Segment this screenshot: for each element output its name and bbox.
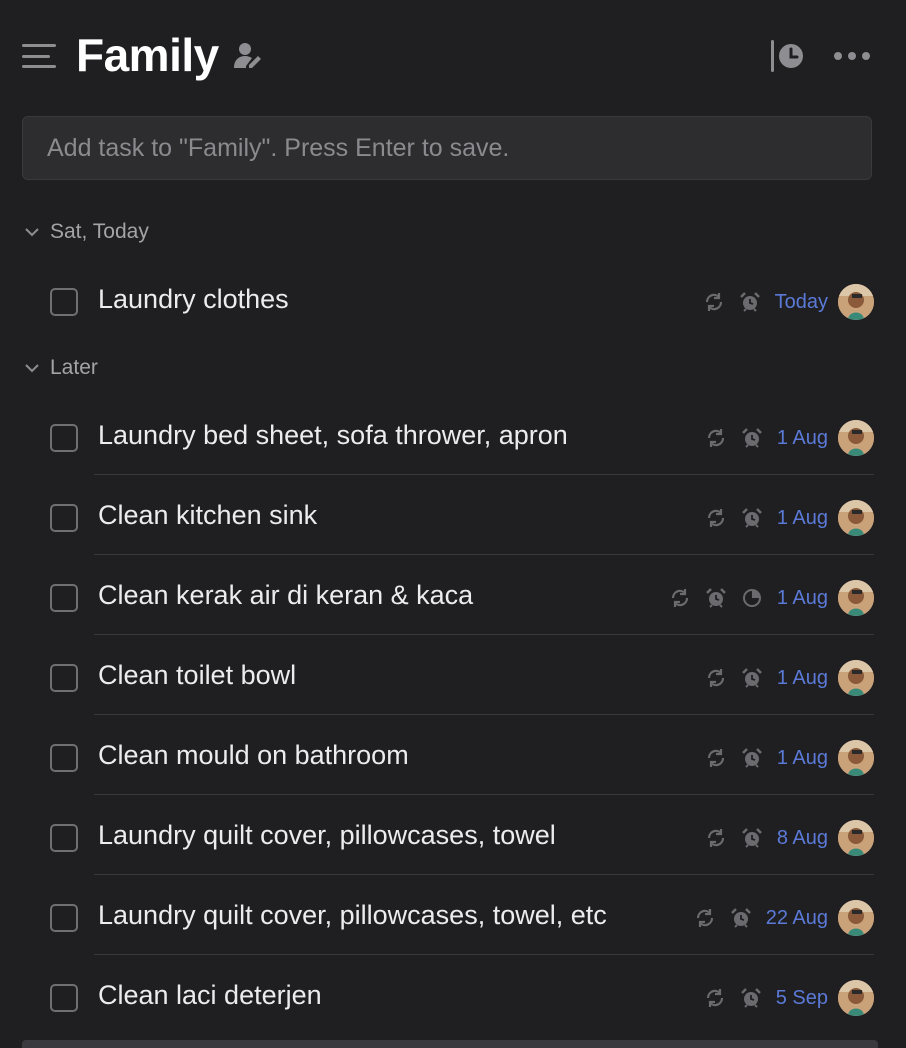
avatar[interactable] bbox=[838, 284, 874, 320]
task-checkbox[interactable] bbox=[50, 504, 78, 532]
menu-icon[interactable] bbox=[22, 42, 56, 70]
task-meta: 22 Aug bbox=[694, 898, 874, 938]
task-row[interactable]: Laundry bed sheet, sofa thrower, apron 1 … bbox=[0, 398, 906, 478]
row-divider bbox=[94, 794, 874, 795]
task-meta: 8 Aug bbox=[705, 818, 874, 858]
repeat-icon bbox=[707, 669, 724, 687]
bottom-bar bbox=[22, 1040, 878, 1048]
task-row[interactable]: Clean toilet bowl 1 Aug bbox=[0, 638, 906, 718]
section-label: Later bbox=[50, 356, 98, 379]
task-title[interactable]: Clean kitchen sink bbox=[98, 500, 317, 531]
row-divider bbox=[94, 634, 874, 635]
row-divider bbox=[94, 874, 874, 875]
task-meta: 1 Aug bbox=[705, 418, 874, 458]
repeat-icon bbox=[706, 989, 723, 1007]
avatar[interactable] bbox=[838, 740, 874, 776]
task-row[interactable]: Laundry quilt cover, pillowcases, towel 8… bbox=[0, 798, 906, 878]
avatar[interactable] bbox=[838, 580, 874, 616]
repeat-icon bbox=[707, 749, 724, 767]
section-header-later[interactable]: Later bbox=[22, 353, 98, 383]
alarm-icon bbox=[739, 292, 760, 312]
alarm-icon bbox=[741, 828, 762, 848]
row-divider bbox=[94, 954, 874, 955]
repeat-icon bbox=[705, 293, 722, 311]
alarm-icon bbox=[741, 748, 762, 768]
add-task-input[interactable] bbox=[22, 116, 872, 180]
task-row[interactable]: Clean mould on bathroom 1 Aug bbox=[0, 718, 906, 798]
section-label: Sat, Today bbox=[50, 220, 149, 243]
repeat-icon bbox=[707, 429, 724, 447]
task-checkbox[interactable] bbox=[50, 584, 78, 612]
chevron-down-icon bbox=[25, 228, 39, 237]
due-date[interactable]: Today bbox=[775, 291, 828, 314]
row-divider bbox=[94, 714, 874, 715]
due-date[interactable]: 1 Aug bbox=[777, 747, 828, 770]
task-meta: 5 Sep bbox=[704, 978, 874, 1018]
history-clock-icon[interactable] bbox=[768, 38, 806, 74]
alarm-icon bbox=[730, 908, 751, 928]
task-meta: 1 Aug bbox=[705, 658, 874, 698]
due-date[interactable]: 1 Aug bbox=[777, 507, 828, 530]
avatar[interactable] bbox=[838, 980, 874, 1016]
repeat-icon bbox=[696, 909, 713, 927]
alarm-icon bbox=[740, 988, 761, 1008]
task-meta: 1 Aug bbox=[669, 578, 874, 618]
task-checkbox[interactable] bbox=[50, 664, 78, 692]
task-row[interactable]: Clean laci deterjen 5 Sep bbox=[0, 958, 906, 1038]
task-row[interactable]: Laundry clothes Today bbox=[0, 262, 906, 342]
due-date[interactable]: 5 Sep bbox=[776, 987, 828, 1010]
section-header-today[interactable]: Sat, Today bbox=[22, 217, 149, 247]
task-meta: 1 Aug bbox=[705, 498, 874, 538]
page-title: Family bbox=[76, 29, 219, 81]
avatar[interactable] bbox=[838, 820, 874, 856]
repeat-icon bbox=[707, 509, 724, 527]
alarm-icon bbox=[705, 588, 726, 608]
task-checkbox[interactable] bbox=[50, 288, 78, 316]
task-title[interactable]: Clean toilet bowl bbox=[98, 660, 296, 691]
pie-clock-icon bbox=[742, 589, 761, 607]
task-title[interactable]: Clean kerak air di keran & kaca bbox=[98, 580, 473, 611]
task-title[interactable]: Laundry bed sheet, sofa thrower, apron bbox=[98, 420, 568, 451]
due-date[interactable]: 1 Aug bbox=[777, 587, 828, 610]
avatar[interactable] bbox=[838, 420, 874, 456]
task-checkbox[interactable] bbox=[50, 424, 78, 452]
due-date[interactable]: 1 Aug bbox=[777, 667, 828, 690]
alarm-icon bbox=[741, 428, 762, 448]
task-checkbox[interactable] bbox=[50, 904, 78, 932]
task-title[interactable]: Clean laci deterjen bbox=[98, 980, 322, 1011]
alarm-icon bbox=[741, 508, 762, 528]
task-meta: Today bbox=[703, 282, 874, 322]
task-title[interactable]: Clean mould on bathroom bbox=[98, 740, 409, 771]
task-checkbox[interactable] bbox=[50, 984, 78, 1012]
row-divider bbox=[94, 474, 874, 475]
row-divider bbox=[94, 554, 874, 555]
task-row[interactable]: Laundry quilt cover, pillowcases, towel,… bbox=[0, 878, 906, 958]
task-row[interactable]: Clean kerak air di keran & kaca 1 Aug bbox=[0, 558, 906, 638]
task-title[interactable]: Laundry clothes bbox=[98, 284, 289, 315]
more-horizontal-icon[interactable] bbox=[832, 44, 872, 68]
alarm-icon bbox=[741, 668, 762, 688]
header: Family bbox=[0, 0, 906, 112]
due-date[interactable]: 1 Aug bbox=[777, 427, 828, 450]
task-row[interactable]: Clean kitchen sink 1 Aug bbox=[0, 478, 906, 558]
task-checkbox[interactable] bbox=[50, 824, 78, 852]
repeat-icon bbox=[671, 589, 688, 607]
avatar[interactable] bbox=[838, 900, 874, 936]
task-title[interactable]: Laundry quilt cover, pillowcases, towel,… bbox=[98, 900, 607, 931]
share-members-icon[interactable] bbox=[232, 40, 264, 72]
repeat-icon bbox=[707, 829, 724, 847]
avatar[interactable] bbox=[838, 500, 874, 536]
due-date[interactable]: 8 Aug bbox=[777, 827, 828, 850]
task-title[interactable]: Laundry quilt cover, pillowcases, towel bbox=[98, 820, 556, 851]
task-meta: 1 Aug bbox=[705, 738, 874, 778]
task-checkbox[interactable] bbox=[50, 744, 78, 772]
due-date[interactable]: 22 Aug bbox=[766, 907, 828, 930]
chevron-down-icon bbox=[25, 364, 39, 373]
avatar[interactable] bbox=[838, 660, 874, 696]
